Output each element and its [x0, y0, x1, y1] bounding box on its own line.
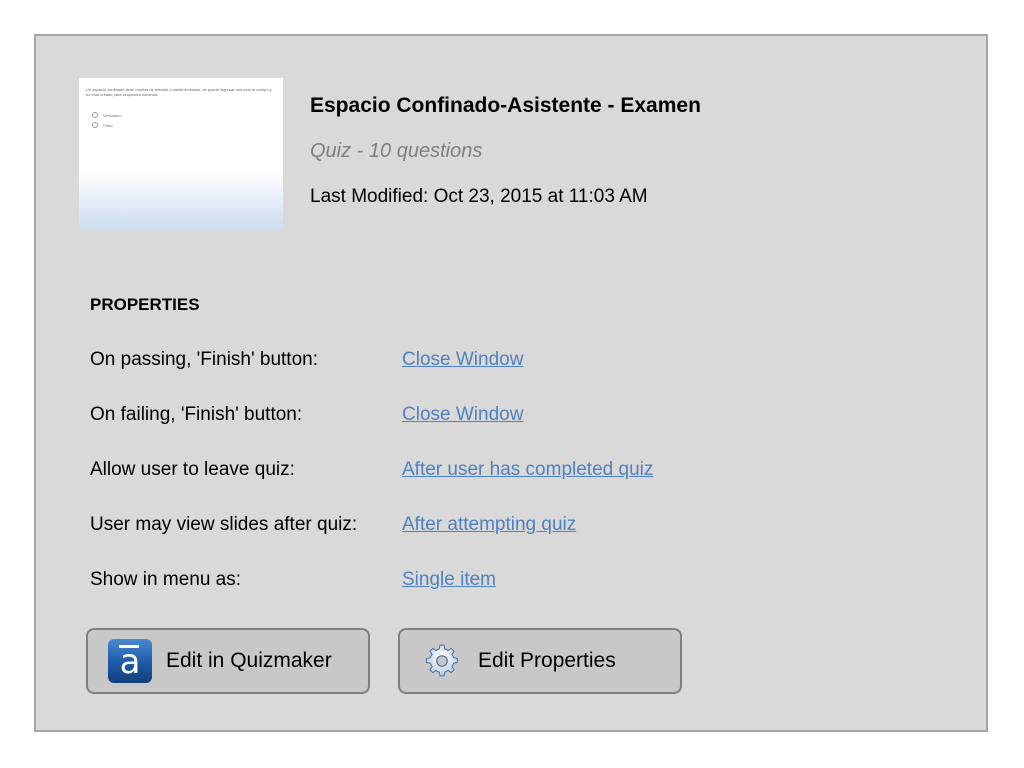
property-label: Show in menu as:	[90, 569, 242, 590]
property-link-allow-leave[interactable]: After user has completed quiz	[402, 459, 653, 481]
property-row-view-slides: User may view slides after quiz: After a…	[90, 514, 890, 540]
property-label: Allow user to leave quiz:	[90, 459, 295, 480]
quizmaker-app-icon: a	[108, 639, 152, 683]
radio-icon	[92, 112, 98, 118]
edit-properties-button[interactable]: Edit Properties	[398, 628, 682, 694]
thumbnail-option: Falso	[92, 122, 113, 128]
quiz-subtitle: Quiz - 10 questions	[310, 140, 483, 162]
edit-properties-label: Edit Properties	[478, 649, 616, 672]
property-link-on-passing[interactable]: Close Window	[402, 349, 523, 371]
property-row-on-passing: On passing, 'Finish' button: Close Windo…	[90, 349, 890, 375]
quiz-thumbnail: Un espacio confinado tiene medios de ent…	[79, 78, 283, 230]
radio-icon	[92, 122, 98, 128]
thumbnail-question-text: Un espacio confinado tiene medios de ent…	[86, 87, 272, 97]
property-row-allow-leave: Allow user to leave quiz: After user has…	[90, 459, 890, 485]
property-link-show-in-menu[interactable]: Single item	[402, 569, 496, 591]
last-modified-text: Last Modified: Oct 23, 2015 at 11:03 AM	[310, 186, 648, 207]
property-label: User may view slides after quiz:	[90, 514, 358, 535]
property-row-show-in-menu: Show in menu as: Single item	[90, 569, 890, 595]
thumbnail-option: Verdadero	[92, 112, 121, 118]
property-label: On failing, 'Finish' button:	[90, 404, 303, 425]
edit-in-quizmaker-button[interactable]: a Edit in Quizmaker	[86, 628, 370, 694]
property-link-on-failing[interactable]: Close Window	[402, 404, 523, 426]
property-label: On passing, 'Finish' button:	[90, 349, 318, 370]
gear-icon	[426, 644, 458, 677]
edit-in-quizmaker-label: Edit in Quizmaker	[166, 649, 332, 672]
quiz-title: Espacio Confinado-Asistente - Examen	[310, 94, 701, 117]
quiz-info-panel: Un espacio confinado tiene medios de ent…	[34, 34, 988, 732]
properties-heading: PROPERTIES	[90, 295, 200, 314]
property-row-on-failing: On failing, 'Finish' button: Close Windo…	[90, 404, 890, 430]
property-link-view-slides[interactable]: After attempting quiz	[402, 514, 576, 536]
